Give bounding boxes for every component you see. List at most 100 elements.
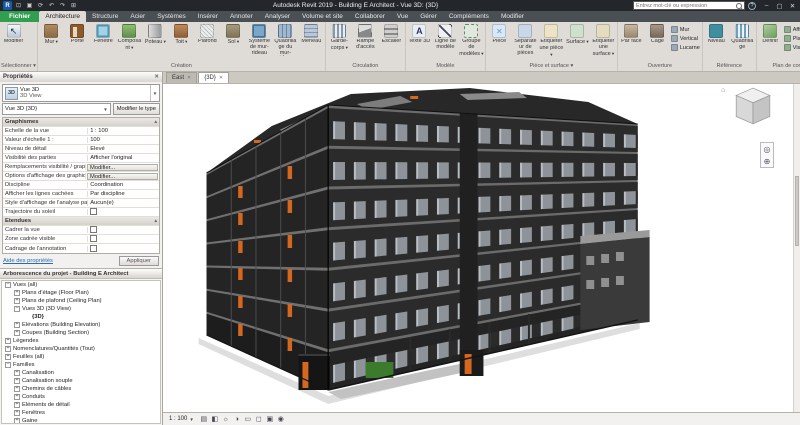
- ribbon-tab[interactable]: Analyser: [259, 11, 296, 22]
- view-control-icon[interactable]: ◉: [276, 414, 286, 424]
- ribbon-button[interactable]: Séparateur de pièces: [513, 23, 538, 56]
- tree-expand-icon[interactable]: [5, 354, 11, 360]
- vertical-scrollbar[interactable]: [793, 84, 800, 412]
- qat-icon[interactable]: ⊞: [69, 1, 78, 10]
- ribbon-button[interactable]: Définir: [758, 23, 783, 56]
- view-control-icon[interactable]: ▣: [265, 414, 275, 424]
- view-tab[interactable]: East ✕: [166, 72, 197, 83]
- ribbon-button[interactable]: Système de mur-rideau: [247, 23, 272, 56]
- ribbon-button[interactable]: Quadrillage du mur-rideau: [273, 23, 298, 56]
- ribbon-tab[interactable]: Fichier: [0, 11, 39, 22]
- ribbon-tab[interactable]: Acier: [124, 11, 151, 22]
- ribbon-small-button[interactable]: Plan de référence: [783, 34, 800, 43]
- ribbon-button[interactable]: Fenêtre: [91, 23, 116, 56]
- view-control-icon[interactable]: ◧: [210, 414, 220, 424]
- ribbon-tab[interactable]: Vue: [391, 11, 414, 22]
- model-3d-viewport[interactable]: [163, 84, 793, 412]
- ribbon-button[interactable]: Ligne de modèle: [433, 23, 458, 56]
- view-control-icon[interactable]: ◻: [254, 414, 264, 424]
- ribbon-button[interactable]: Surface: [565, 23, 590, 56]
- window-button[interactable]: ▢: [775, 2, 784, 10]
- scrollbar-thumb[interactable]: [795, 176, 799, 246]
- view-control-icon[interactable]: ▭: [243, 414, 253, 424]
- ribbon-button[interactable]: Escalier: [379, 23, 404, 56]
- tree-item[interactable]: Plans d'étage (Floor Plan): [2, 289, 160, 297]
- search-input[interactable]: [636, 3, 734, 9]
- viewcube-home-icon[interactable]: ⌂: [721, 87, 725, 94]
- ribbon-tab[interactable]: Volume et site: [296, 11, 349, 22]
- qat-icon[interactable]: ↷: [58, 1, 67, 10]
- ribbon-small-button[interactable]: Vertical: [670, 34, 701, 43]
- ribbon-small-button[interactable]: Lucarne: [670, 43, 701, 52]
- tree-expand-icon[interactable]: [14, 290, 20, 296]
- tree-item[interactable]: Vues 3D (3D View): [2, 305, 160, 313]
- ribbon-button[interactable]: Toit: [169, 23, 194, 56]
- tree-item[interactable]: Familles: [2, 361, 160, 369]
- ribbon-button[interactable]: Mur: [39, 23, 64, 56]
- close-tab-icon[interactable]: ✕: [187, 75, 191, 81]
- ribbon-button[interactable]: Sol: [221, 23, 246, 56]
- viewcube[interactable]: ⌂: [730, 86, 776, 133]
- view-tab[interactable]: {3D} ✕: [198, 72, 229, 83]
- window-button[interactable]: –: [762, 2, 771, 10]
- tree-expand-icon[interactable]: [23, 314, 30, 321]
- tree-item[interactable]: Conduits: [2, 393, 160, 401]
- tree-item[interactable]: Coupes (Building Section): [2, 329, 160, 337]
- ribbon-tab[interactable]: Collaborer: [349, 11, 391, 22]
- panel-label[interactable]: Création: [39, 62, 324, 71]
- panel-label[interactable]: Ouverture: [619, 62, 701, 71]
- window-button[interactable]: ✕: [788, 2, 797, 10]
- ribbon-button[interactable]: Etiqueter une surface: [591, 23, 616, 56]
- ribbon-small-button[interactable]: Mur: [670, 25, 701, 34]
- ribbon-button[interactable]: Composant: [117, 23, 142, 56]
- tree-item[interactable]: Vues (all): [2, 281, 160, 289]
- apply-button[interactable]: Appliquer: [119, 256, 160, 266]
- ribbon-button[interactable]: Garde-corps: [327, 23, 352, 56]
- tree-expand-icon[interactable]: [5, 346, 11, 352]
- qat-icon[interactable]: R: [3, 1, 12, 10]
- ribbon-button[interactable]: Plafond: [195, 23, 220, 56]
- ribbon-button[interactable]: Porte: [65, 23, 90, 56]
- tree-item[interactable]: Eléments de détail: [2, 401, 160, 409]
- tree-expand-icon[interactable]: [14, 370, 20, 376]
- view-control-icon[interactable]: ◑: [232, 414, 242, 424]
- ribbon-small-button[interactable]: Visionneuse: [783, 43, 800, 52]
- tree-item[interactable]: Légendes: [2, 337, 160, 345]
- ribbon-button[interactable]: Meneau: [299, 23, 324, 56]
- qat-icon[interactable]: ↶: [47, 1, 56, 10]
- tree-item[interactable]: Fenêtres: [2, 409, 160, 417]
- panel-label[interactable]: Pièce et surface ▾: [487, 62, 616, 71]
- view-control-icon[interactable]: ☼: [221, 414, 231, 424]
- help-icon[interactable]: ?: [748, 2, 756, 10]
- tree-item[interactable]: Canalisation: [2, 369, 160, 377]
- qat-icon[interactable]: ⊡: [14, 1, 23, 10]
- tree-item[interactable]: Elévations (Building Elevation): [2, 321, 160, 329]
- panel-label[interactable]: Sélectionner ▾: [1, 62, 36, 71]
- qat-icon[interactable]: ▣: [25, 1, 34, 10]
- tree-expand-icon[interactable]: [14, 418, 20, 424]
- tree-expand-icon[interactable]: [5, 282, 11, 288]
- panel-label[interactable]: Modèle: [407, 62, 484, 71]
- properties-help-link[interactable]: Aide des propriétés: [3, 258, 53, 264]
- tree-item[interactable]: Feuilles (all): [2, 353, 160, 361]
- ribbon-tab[interactable]: Gérer: [414, 11, 443, 22]
- tree-item[interactable]: Canalisation souple: [2, 377, 160, 385]
- ribbon-button[interactable]: Par face: [619, 23, 644, 56]
- tree-item[interactable]: Gaine: [2, 417, 160, 424]
- chevron-down-icon[interactable]: ▼: [150, 85, 159, 101]
- ribbon-tab[interactable]: Structure: [86, 11, 124, 22]
- tree-item[interactable]: Plans de plafond (Ceiling Plan): [2, 297, 160, 305]
- qat-icon[interactable]: ⟳: [36, 1, 45, 10]
- steering-wheel-icon[interactable]: ◎: [761, 143, 773, 155]
- panel-label[interactable]: Référence: [704, 62, 755, 71]
- ribbon-button[interactable]: Modifier: [1, 23, 26, 56]
- panel-label[interactable]: Plan de construction: [758, 62, 800, 71]
- view-control-icon[interactable]: ▤: [199, 414, 209, 424]
- ribbon-button[interactable]: Poteau: [143, 23, 168, 56]
- ribbon-tab[interactable]: Systèmes: [151, 11, 192, 22]
- tree-expand-icon[interactable]: [14, 410, 20, 416]
- ribbon-button[interactable]: Rampe d'accès: [353, 23, 378, 56]
- ribbon-tab[interactable]: Modifier: [495, 11, 530, 22]
- panel-label[interactable]: Circulation: [327, 62, 404, 71]
- ribbon-small-button[interactable]: Afficher: [783, 25, 800, 34]
